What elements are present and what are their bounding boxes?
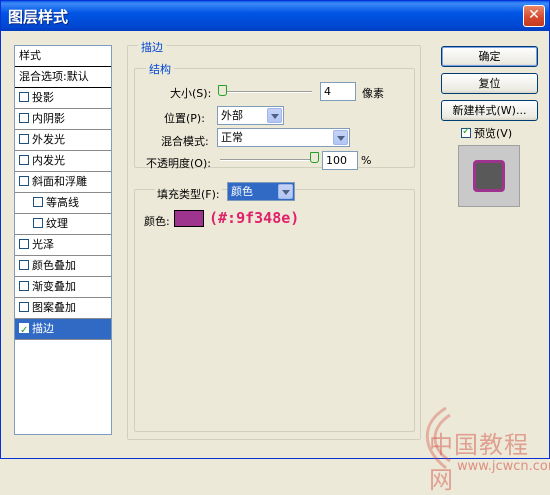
- opacity-slider-track[interactable]: [220, 159, 316, 161]
- position-label: 位置(P):: [164, 112, 205, 125]
- preview-thumbnail: [473, 160, 505, 192]
- style-item-label: 纹理: [46, 217, 68, 230]
- ok-button[interactable]: 确定: [441, 46, 538, 67]
- style-item[interactable]: 投影: [15, 88, 111, 109]
- window-title: 图层样式: [8, 8, 69, 26]
- fill-type-select[interactable]: 颜色: [227, 182, 295, 201]
- opacity-slider-thumb[interactable]: [310, 152, 319, 163]
- reset-button[interactable]: 复位: [441, 73, 538, 94]
- title-bar[interactable]: 图层样式 ✕: [1, 1, 549, 31]
- blend-mode-select-value: 正常: [221, 131, 243, 144]
- style-item[interactable]: 等高线: [15, 193, 111, 214]
- style-item-label: 光泽: [32, 238, 54, 251]
- style-item[interactable]: 内发光: [15, 151, 111, 172]
- checkbox-icon[interactable]: [19, 239, 29, 249]
- style-item[interactable]: 内阴影: [15, 109, 111, 130]
- preview-label: 预览(V): [474, 127, 513, 140]
- stroke-color-swatch[interactable]: [174, 210, 204, 227]
- style-item[interactable]: 外发光: [15, 130, 111, 151]
- style-item[interactable]: 纹理: [15, 214, 111, 235]
- stroke-group-title: 描边: [138, 39, 166, 55]
- style-item-label: 图案叠加: [32, 301, 76, 314]
- chevron-down-icon[interactable]: [278, 184, 293, 199]
- checkbox-icon[interactable]: [19, 134, 29, 144]
- size-slider-track[interactable]: [220, 91, 312, 93]
- structure-group-title: 结构: [146, 61, 174, 77]
- style-item-label: 外发光: [32, 133, 65, 146]
- checkbox-icon[interactable]: [19, 260, 29, 270]
- style-item-label: 颜色叠加: [32, 259, 76, 272]
- size-unit: 像素: [362, 87, 384, 100]
- position-select-value: 外部: [221, 109, 243, 122]
- style-item-label: 内阴影: [32, 112, 65, 125]
- style-item[interactable]: 渐变叠加: [15, 277, 111, 298]
- size-label: 大小(S):: [170, 87, 212, 100]
- checkbox-icon[interactable]: [33, 197, 43, 207]
- style-item-label: 渐变叠加: [32, 280, 76, 293]
- blend-mode-label: 混合模式:: [161, 135, 209, 148]
- opacity-input[interactable]: 100: [322, 151, 358, 170]
- checkbox-icon[interactable]: [19, 92, 29, 102]
- fill-type-label: 填充类型(F):: [155, 186, 222, 202]
- checkbox-icon[interactable]: [19, 281, 29, 291]
- style-item[interactable]: 斜面和浮雕: [15, 172, 111, 193]
- new-style-button[interactable]: 新建样式(W)...: [441, 100, 538, 121]
- layer-style-dialog: 图层样式 ✕ 样式 混合选项:默认 投影内阴影外发光内发光斜面和浮雕等高线纹理光…: [0, 0, 550, 494]
- opacity-unit: %: [361, 154, 372, 167]
- style-item-label: 斜面和浮雕: [32, 175, 87, 188]
- style-preview: [458, 145, 520, 207]
- watermark-url: www.jcwcn.com: [457, 459, 550, 474]
- checkbox-icon[interactable]: [461, 126, 471, 138]
- color-hex-annotation: (#:9f348e): [209, 209, 300, 227]
- dialog-client: 样式 混合选项:默认 投影内阴影外发光内发光斜面和浮雕等高线纹理光泽颜色叠加渐变…: [4, 31, 550, 494]
- close-button[interactable]: ✕: [523, 5, 545, 27]
- position-select[interactable]: 外部: [217, 106, 284, 125]
- color-label: 颜色:: [144, 215, 170, 228]
- style-item-label: 投影: [32, 91, 54, 104]
- checkbox-icon[interactable]: [19, 113, 29, 123]
- style-item[interactable]: 图案叠加: [15, 298, 111, 319]
- style-item-label: 描边: [32, 322, 54, 335]
- chevron-down-icon[interactable]: [333, 130, 348, 145]
- style-item[interactable]: 光泽: [15, 235, 111, 256]
- style-item-label: 等高线: [46, 196, 79, 209]
- size-slider-thumb[interactable]: [218, 85, 227, 96]
- blending-options-item[interactable]: 混合选项:默认: [15, 67, 111, 88]
- checkbox-icon[interactable]: [19, 302, 29, 312]
- checkbox-icon[interactable]: [19, 155, 29, 165]
- checkbox-icon[interactable]: [19, 176, 29, 186]
- styles-list-header[interactable]: 样式: [15, 46, 111, 67]
- checkbox-icon[interactable]: [19, 321, 29, 339]
- blend-mode-select[interactable]: 正常: [217, 128, 350, 147]
- style-item[interactable]: 颜色叠加: [15, 256, 111, 277]
- styles-list: 样式 混合选项:默认 投影内阴影外发光内发光斜面和浮雕等高线纹理光泽颜色叠加渐变…: [14, 45, 112, 435]
- opacity-label: 不透明度(O):: [146, 157, 211, 170]
- fill-type-select-value: 颜色: [231, 185, 253, 198]
- size-input[interactable]: 4: [320, 82, 356, 101]
- style-item-label: 内发光: [32, 154, 65, 167]
- checkbox-icon[interactable]: [33, 218, 43, 228]
- preview-checkbox[interactable]: 预览(V): [461, 125, 512, 141]
- chevron-down-icon[interactable]: [267, 108, 282, 123]
- style-item[interactable]: 描边: [15, 319, 111, 340]
